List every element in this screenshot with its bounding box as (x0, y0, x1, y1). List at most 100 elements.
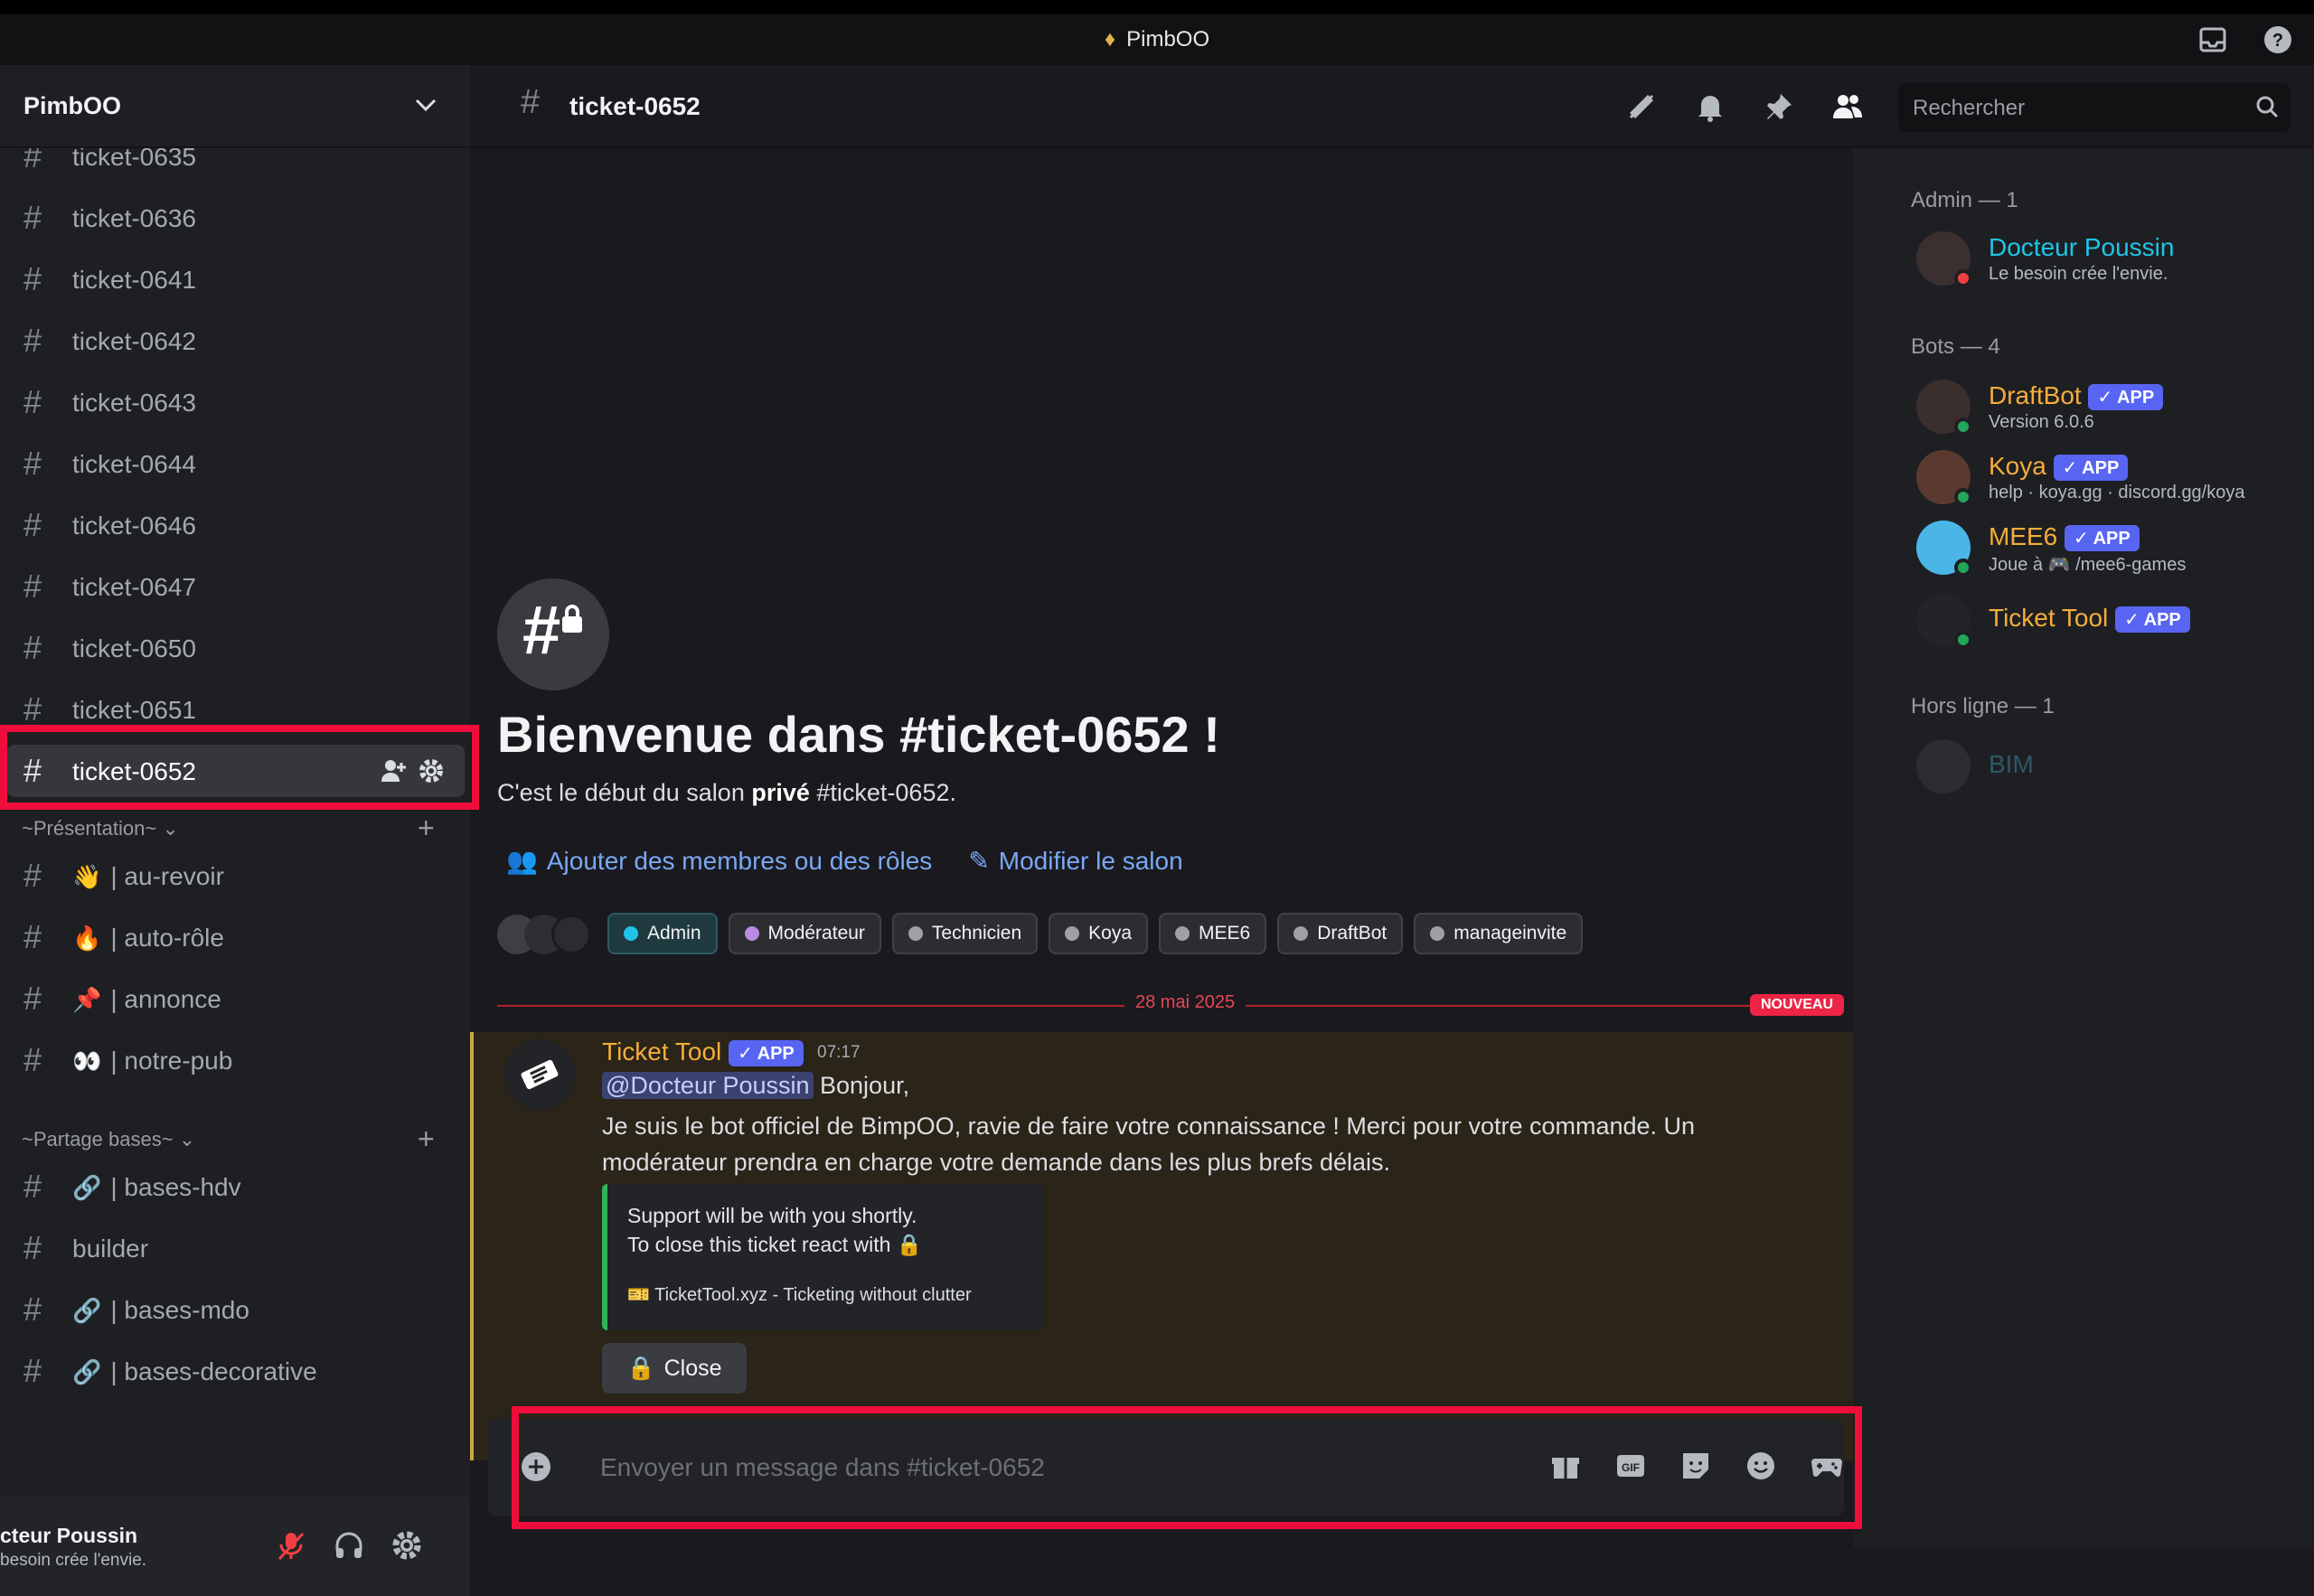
channel-item[interactable]: # ticket-0641 (7, 253, 465, 305)
user-mention[interactable]: @Docteur Poussin (602, 1072, 814, 1099)
hash-icon: # (24, 1041, 42, 1078)
help-icon[interactable]: ? (2263, 25, 2292, 54)
pencil-icon: ✎ (968, 847, 990, 875)
member-item[interactable]: MEE6 ✓ APP Joue à 🎮 /mee6-games (1916, 521, 2305, 584)
role-label: Modérateur (767, 923, 865, 944)
channel-item[interactable]: # ticket-0646 (7, 499, 465, 551)
channel-item[interactable]: # 👀 | notre-pub (7, 1034, 465, 1086)
threads-icon[interactable] (1625, 90, 1658, 123)
channel-emoji: 👀 (72, 1048, 102, 1075)
channel-item[interactable]: # 📌 | annonce (7, 972, 465, 1025)
role-chip[interactable]: Modérateur (728, 913, 881, 954)
hash-icon: # (24, 568, 42, 605)
hash-icon: # (24, 1168, 42, 1205)
ticket-icon: 🎫 (627, 1285, 650, 1305)
highlight-composer (512, 1406, 1862, 1529)
channel-label: ticket-0641 (72, 266, 196, 294)
close-ticket-button[interactable]: 🔒 Close (602, 1343, 747, 1394)
status-dnd-indicator (1954, 269, 1972, 287)
role-chip[interactable]: Koya (1049, 913, 1149, 954)
channel-item[interactable]: # builder (7, 1222, 465, 1274)
role-chip[interactable]: Technicien (891, 913, 1039, 954)
members-icon[interactable] (1831, 90, 1864, 123)
message-body: Je suis le bot officiel de BimpOO, ravie… (602, 1113, 1696, 1176)
close-label: Close (663, 1355, 722, 1381)
role-chip[interactable]: manageinvite (1414, 913, 1584, 954)
member-name: Koya ✓ APP (1989, 452, 2129, 482)
channel-label: ticket-0647 (72, 573, 196, 601)
channel-label: ticket-0646 (72, 512, 196, 540)
channel-label: | bases-hdv (110, 1173, 241, 1201)
channel-item[interactable]: # ticket-0642 (7, 315, 465, 367)
hash-icon: # (24, 383, 42, 420)
channel-item[interactable]: # ticket-0643 (7, 376, 465, 428)
member-status: Version 6.0.6 (1989, 412, 2094, 432)
channel-label: ticket-0644 (72, 450, 196, 478)
add-members-link[interactable]: 👥 Ajouter des membres ou des rôles (506, 846, 932, 876)
avatar[interactable] (504, 1039, 575, 1110)
server-header[interactable]: PimbOO (0, 65, 470, 148)
bell-icon[interactable] (1694, 90, 1726, 123)
add-members-label: Ajouter des membres ou des rôles (546, 847, 933, 875)
member-item[interactable]: DraftBot ✓ APP Version 6.0.6 (1916, 380, 2305, 443)
member-name-text: Koya (1989, 452, 2046, 480)
channel-list: # ticket-0635 # ticket-0636 # ticket-0641 #… (0, 148, 470, 1486)
channel-label: ticket-0651 (72, 696, 196, 724)
role-chip[interactable]: DraftBot (1277, 913, 1404, 954)
member-name: DraftBot ✓ APP (1989, 381, 2164, 411)
user-panel[interactable]: cteur Poussin besoin crée l'envie. (0, 1497, 470, 1596)
inbox-icon[interactable] (2198, 25, 2227, 54)
settings-gear-icon[interactable] (390, 1529, 423, 1562)
channel-item[interactable]: # ticket-0650 (7, 622, 465, 674)
member-name: BIM (1989, 750, 2034, 778)
channel-item[interactable]: # 🔗 | bases-decorative (7, 1345, 465, 1397)
member-item[interactable]: Docteur Poussin Le besoin crée l'envie. (1916, 231, 2305, 295)
member-item[interactable]: BIM (1916, 739, 2305, 803)
member-item[interactable]: Ticket Tool ✓ APP (1916, 593, 2305, 656)
welcome-sub-prefix: C'est le début du salon (497, 779, 752, 806)
search-box[interactable]: Rechercher (1898, 83, 2290, 132)
avatar-stack (497, 911, 597, 956)
hash-icon: # (24, 322, 42, 359)
channel-item[interactable]: # ticket-0644 (7, 437, 465, 490)
member-section-header: Hors ligne — 1 (1911, 694, 2055, 718)
channel-label: | bases-decorative (110, 1357, 317, 1385)
greeting-text: Bonjour, (813, 1072, 910, 1099)
divider-date: 28 mai 2025 (1124, 992, 1246, 1013)
channel-item[interactable]: # 🔥 | auto-rôle (7, 911, 465, 963)
channel-item[interactable]: # ticket-0635 (7, 148, 465, 183)
window-title: ♦ PimbOO (0, 27, 2314, 52)
hash-icon: # (24, 1229, 42, 1266)
title-bar: ♦ PimbOO ? (0, 0, 2314, 65)
category-header[interactable]: ~Présentation~ ⌄ + (22, 812, 435, 844)
category-header[interactable]: ~Partage bases~ ⌄ + (22, 1122, 435, 1155)
channel-label: ticket-0635 (72, 148, 196, 171)
role-chip[interactable]: Admin (607, 913, 718, 954)
member-item[interactable]: Koya ✓ APP help · koya.gg · discord.gg/k… (1916, 450, 2305, 513)
role-label: Koya (1088, 923, 1133, 944)
role-chip[interactable]: MEE6 (1159, 913, 1267, 954)
channel-emoji: 🔗 (72, 1298, 102, 1325)
plus-icon[interactable]: + (418, 1122, 435, 1156)
message-author[interactable]: Ticket Tool ✓ APP (602, 1037, 804, 1067)
app-badge: ✓ APP (729, 1040, 804, 1067)
category-label: ~Présentation~ (22, 817, 157, 840)
headphones-icon[interactable] (333, 1529, 365, 1562)
mic-muted-icon[interactable] (275, 1529, 307, 1562)
avatar (1916, 739, 1971, 793)
chevron-down-icon (415, 99, 437, 112)
edit-channel-link[interactable]: ✎ Modifier le salon (968, 846, 1182, 876)
plus-icon[interactable]: + (418, 812, 435, 845)
hash-icon: # (24, 506, 42, 543)
channel-item[interactable]: # ticket-0647 (7, 560, 465, 613)
channel-emoji: 🔥 (72, 925, 102, 953)
message-mention-line: @Docteur Poussin Bonjour, (602, 1072, 909, 1100)
member-status: help · koya.gg · discord.gg/koya (1989, 483, 2245, 502)
channel-item[interactable]: # 👋 | au-revoir (7, 850, 465, 902)
role-label: Admin (647, 923, 701, 944)
channel-item[interactable]: # 🔗 | bases-mdo (7, 1283, 465, 1336)
pin-icon[interactable] (1763, 90, 1795, 123)
channel-item[interactable]: # 🔗 | bases-hdv (7, 1160, 465, 1213)
channel-item[interactable]: # ticket-0636 (7, 192, 465, 244)
channel-label: ticket-0643 (72, 389, 196, 417)
